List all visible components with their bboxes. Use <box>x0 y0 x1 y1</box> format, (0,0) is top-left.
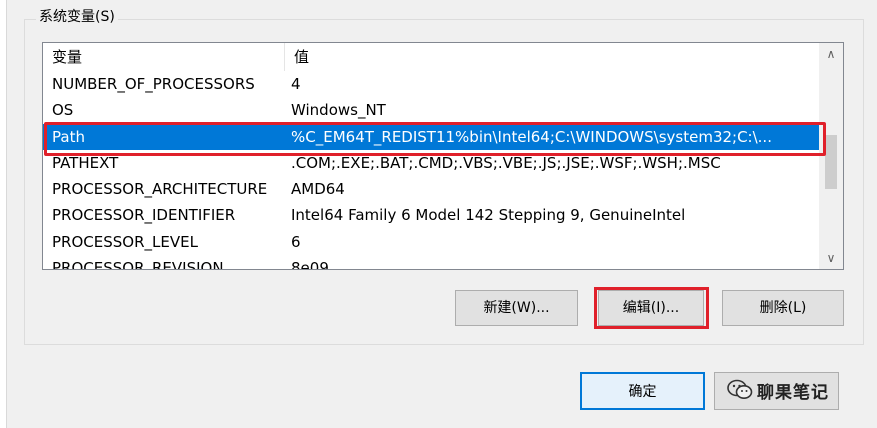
variable-value: 4 <box>291 75 301 93</box>
variable-value: 8e09 <box>291 259 329 270</box>
variable-value: Windows_NT <box>291 101 386 120</box>
variable-name: PROCESSOR_REVISION <box>52 259 224 270</box>
variable-name: OS <box>52 101 74 120</box>
table-row[interactable]: PATHEXT .COM;.EXE;.BAT;.CMD;.VBS;.VBE;.J… <box>43 150 819 176</box>
variable-name: PROCESSOR_ARCHITECTURE <box>52 180 268 199</box>
vertical-scrollbar[interactable]: ∧ ∨ <box>819 43 843 269</box>
window-left-edge <box>0 0 7 428</box>
table-row[interactable]: PROCESSOR_REVISION 8e09 <box>43 255 819 270</box>
group-title: 系统变量(S) <box>36 6 118 26</box>
wechat-icon <box>727 379 753 399</box>
list-header: 变量 值 <box>43 43 819 71</box>
table-row[interactable]: OS Windows_NT <box>43 97 819 123</box>
list-rows: NUMBER_OF_PROCESSORS 4 OS Windows_NT Pat… <box>43 71 819 270</box>
table-row-selected[interactable]: Path %C_EM64T_REDIST11%bin\Intel64;C:\WI… <box>43 123 819 150</box>
variable-name: PATHEXT <box>52 153 119 172</box>
variable-value: Intel64 Family 6 Model 142 Stepping 9, G… <box>291 206 686 225</box>
variable-value: .COM;.EXE;.BAT;.CMD;.VBS;.VBE;.JS;.JSE;.… <box>291 153 721 172</box>
table-row[interactable]: PROCESSOR_LEVEL 6 <box>43 229 819 255</box>
variable-value: %C_EM64T_REDIST11%bin\Intel64;C:\WINDOWS… <box>291 127 772 146</box>
edit-button[interactable]: 编辑(I)... <box>598 290 704 326</box>
table-row[interactable]: PROCESSOR_ARCHITECTURE AMD64 <box>43 176 819 202</box>
variable-value: 6 <box>291 232 301 251</box>
watermark: 聊果笔记 <box>727 375 829 405</box>
ok-button[interactable]: 确定 <box>580 372 705 410</box>
system-variables-list[interactable]: 变量 值 NUMBER_OF_PROCESSORS 4 OS Windows_N… <box>42 42 844 270</box>
column-header-value[interactable]: 值 <box>285 43 819 71</box>
table-row[interactable]: NUMBER_OF_PROCESSORS 4 <box>43 71 819 97</box>
scroll-up-icon[interactable]: ∧ <box>819 43 843 65</box>
delete-button[interactable]: 删除(L) <box>722 290 844 326</box>
watermark-text: 聊果笔记 <box>757 382 829 403</box>
variable-name: PROCESSOR_IDENTIFIER <box>52 206 236 225</box>
new-button[interactable]: 新建(W)... <box>455 290 578 326</box>
variable-value: AMD64 <box>291 180 345 199</box>
scrollbar-thumb[interactable] <box>825 135 837 189</box>
column-header-name[interactable]: 变量 <box>43 43 285 71</box>
variable-name: NUMBER_OF_PROCESSORS <box>52 75 255 93</box>
table-row[interactable]: PROCESSOR_IDENTIFIER Intel64 Family 6 Mo… <box>43 202 819 228</box>
variable-name: Path <box>52 127 85 146</box>
scroll-down-icon[interactable]: ∨ <box>819 247 843 269</box>
variable-name: PROCESSOR_LEVEL <box>52 232 198 251</box>
